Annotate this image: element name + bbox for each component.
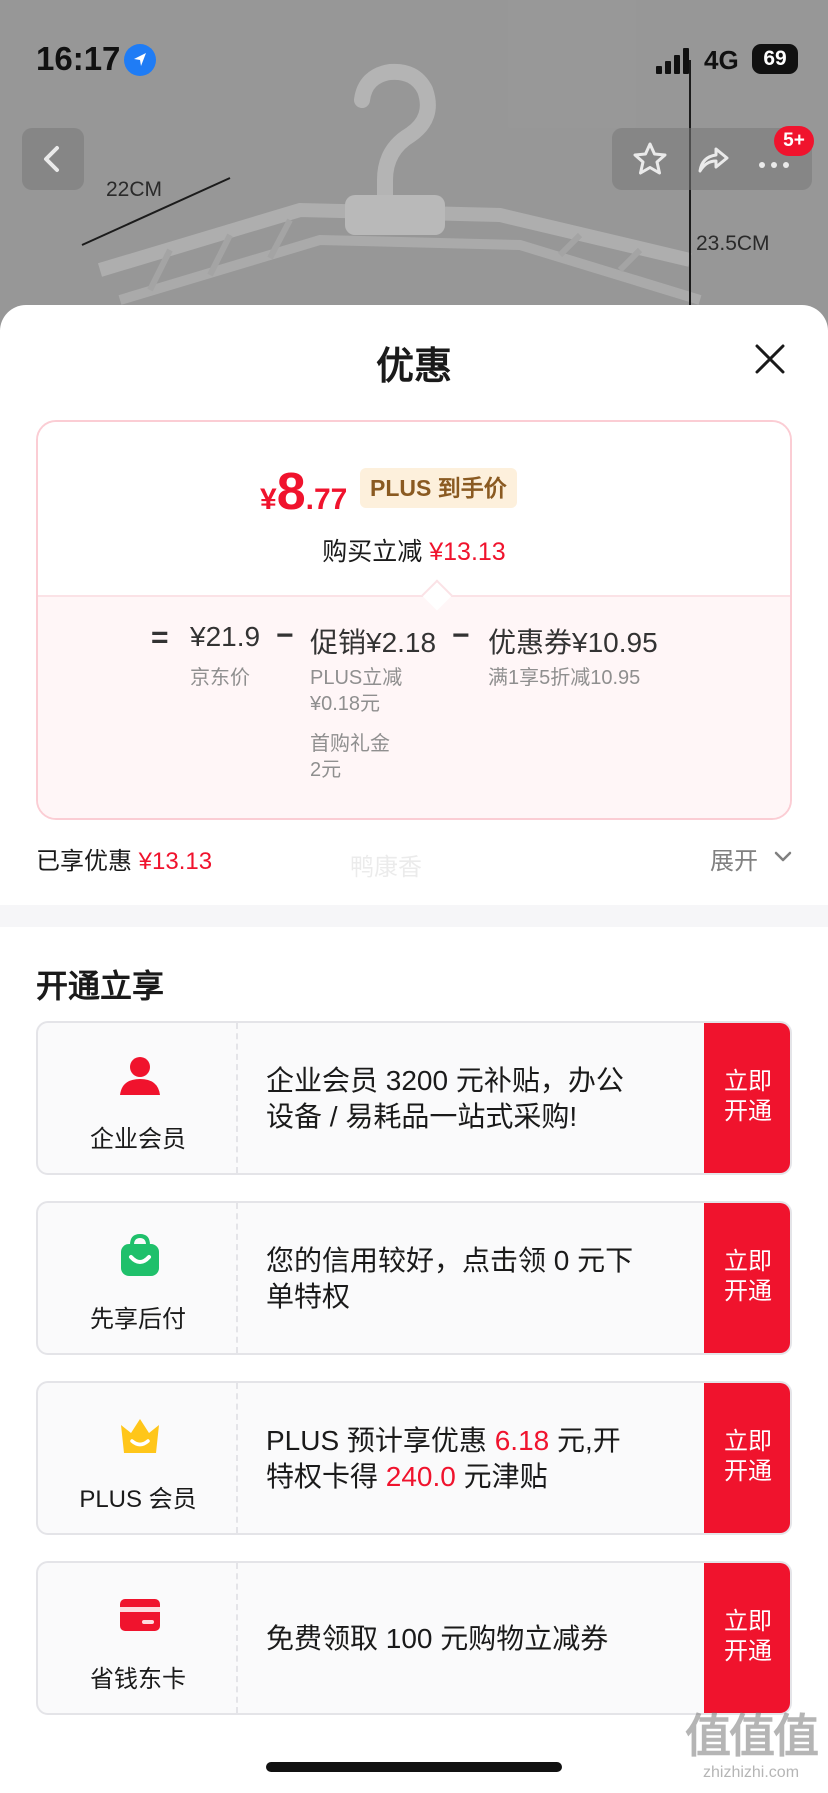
promo-item: 首购礼金	[310, 733, 390, 755]
btn-text: 开通	[724, 1098, 772, 1125]
chevron-left-icon	[44, 146, 59, 172]
share-icon[interactable]	[692, 139, 732, 179]
home-indicator[interactable]	[266, 1762, 562, 1772]
watermark-text: 鸭康香	[350, 854, 422, 881]
promo-amount: 促销¥2.18	[310, 627, 437, 658]
promo-item: ¥0.18元	[310, 693, 381, 715]
user-icon	[120, 1057, 160, 1095]
cell-signal-icon	[656, 48, 689, 74]
card-desc: PLUS 预计享优惠 6.18 元,开特权卡得 240.0 元津贴	[266, 1423, 646, 1495]
status-time: 16:17	[36, 40, 121, 77]
back-button[interactable]	[22, 128, 84, 190]
buy-reduce-label: 购买立减	[322, 538, 423, 566]
coupon-amount: 优惠券¥10.95	[488, 627, 658, 658]
card-name: 省钱东卡	[90, 1666, 186, 1693]
height-dimension-label: 23.5CM	[696, 232, 770, 255]
price-decimal: .77	[305, 483, 348, 516]
location-arrow-icon	[124, 44, 156, 76]
price-symbol: ¥	[260, 483, 277, 516]
price-top: ¥8.77 PLUS 到手价 购买立减 ¥13.13	[38, 422, 790, 595]
coupon-desc: 满1享5折减10.95	[488, 667, 641, 689]
card-desc: 企业会员 3200 元补贴，办公设备 / 易耗品一站式采购!	[266, 1065, 624, 1132]
promo-item: PLUS立减	[310, 667, 403, 689]
card-desc: 免费领取 100 元购物立减券	[266, 1623, 609, 1654]
site-watermark: 值值值 zhizhizhi.com	[676, 1700, 826, 1782]
card-left: 先享后付	[38, 1203, 238, 1353]
discount-sheet: 优惠 ¥8.77 PLUS 到手价 购买立减 ¥13.13 = ¥21.9 京东…	[0, 305, 828, 1793]
btn-text: 立即	[724, 1248, 772, 1275]
status-bar: 16:17 4G 69	[0, 0, 828, 120]
desc-text: PLUS 预计享优惠	[266, 1425, 495, 1456]
crown-icon	[121, 1419, 159, 1453]
minus-sign: −	[276, 619, 294, 652]
card-name: 先享后付	[90, 1306, 186, 1333]
card-left: 企业会员	[38, 1023, 238, 1173]
plus-price-tag: PLUS 到手价	[360, 468, 517, 508]
card-desc: 您的信用较好，点击领 0 元下单特权	[266, 1245, 634, 1312]
btn-text: 开通	[724, 1458, 772, 1485]
buy-reduce-amount: ¥13.13	[429, 538, 506, 566]
buy-reduce: 购买立减 ¥13.13	[38, 532, 790, 568]
price-integer: 8	[276, 463, 306, 521]
price-breakdown: = ¥21.9 京东价 − 促销¥2.18 PLUS立减 ¥0.18元 首购礼金…	[38, 595, 790, 818]
chevron-down-icon[interactable]	[774, 851, 792, 863]
price-summary-card: ¥8.77 PLUS 到手价 购买立减 ¥13.13 = ¥21.9 京东价 −…	[36, 420, 792, 820]
card-name: PLUS 会员	[79, 1486, 197, 1513]
expand-button[interactable]: 展开	[710, 841, 758, 876]
desc-highlight: 6.18	[494, 1425, 550, 1456]
minus-sign: −	[452, 619, 470, 652]
battery-level: 69	[752, 44, 798, 74]
card-left: 省钱东卡	[38, 1563, 238, 1713]
site-watermark-logo: 值值值	[685, 1710, 819, 1762]
btn-text: 立即	[724, 1068, 772, 1095]
star-icon[interactable]	[630, 139, 670, 179]
final-price: ¥8.77	[260, 462, 347, 522]
section-title: 开通立享	[36, 968, 165, 1004]
open-now-button[interactable]: 立即 开通	[704, 1563, 790, 1713]
site-watermark-url: zhizhizhi.com	[702, 1764, 800, 1781]
card-name: 企业会员	[90, 1126, 186, 1153]
card-left: PLUS 会员	[38, 1383, 238, 1533]
plus-member-card[interactable]: PLUS 会员 PLUS 预计享优惠 6.18 元,开特权卡得 240.0 元津…	[36, 1381, 792, 1535]
btn-text: 开通	[724, 1638, 772, 1665]
message-badge: 5+	[774, 126, 814, 156]
open-now-button[interactable]: 立即 开通	[704, 1383, 790, 1533]
sheet-title: 优惠	[375, 346, 452, 388]
open-now-button[interactable]: 立即 开通	[704, 1023, 790, 1173]
section-divider	[0, 905, 828, 927]
jd-price-label: 京东价	[190, 667, 250, 689]
enterprise-member-card[interactable]: 企业会员 企业会员 3200 元补贴，办公设备 / 易耗品一站式采购! 立即 开…	[36, 1021, 792, 1175]
enjoyed-discount: 已享优惠 ¥13.13	[36, 841, 212, 876]
btn-text: 立即	[724, 1428, 772, 1455]
enjoyed-amount: ¥13.13	[138, 848, 213, 875]
btn-text: 立即	[724, 1608, 772, 1635]
btn-text: 开通	[724, 1278, 772, 1305]
jd-price-amount: ¥21.9	[190, 621, 261, 652]
width-dimension-label: 22CM	[106, 178, 163, 201]
close-icon[interactable]	[752, 341, 788, 377]
open-now-button[interactable]: 立即 开通	[704, 1203, 790, 1353]
desc-highlight: 240.0	[385, 1461, 456, 1492]
desc-text: 元津贴	[455, 1461, 548, 1492]
equals-sign: =	[151, 621, 169, 654]
enjoyed-label: 已享优惠	[36, 848, 132, 875]
pay-later-card[interactable]: 先享后付 您的信用较好，点击领 0 元下单特权 立即 开通	[36, 1201, 792, 1355]
saving-card[interactable]: 省钱东卡 免费领取 100 元购物立减券 立即 开通	[36, 1561, 792, 1715]
promo-item: 2元	[310, 759, 342, 781]
network-type: 4G	[704, 45, 739, 75]
shopping-bag-icon	[121, 1233, 159, 1276]
credit-card-icon	[120, 1599, 160, 1631]
